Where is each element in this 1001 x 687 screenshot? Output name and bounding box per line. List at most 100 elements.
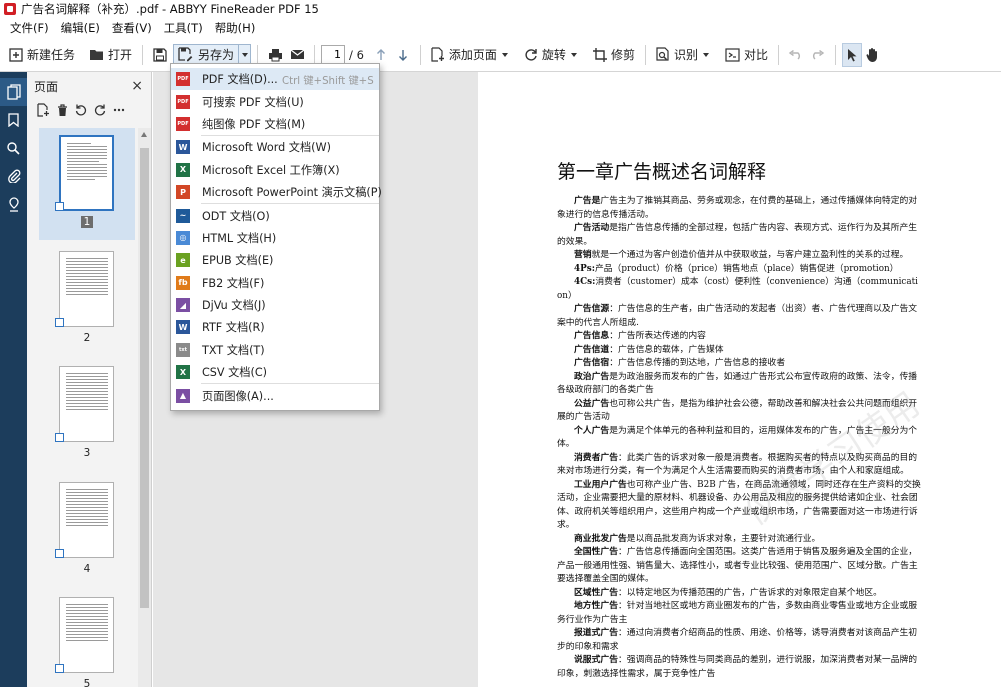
menu-item-label: TXT 文档(T) (202, 343, 265, 357)
paragraph-term: 消费者广告 (574, 452, 618, 463)
rtf-icon: W (176, 320, 190, 335)
menu-tools[interactable]: 工具(T) (158, 20, 209, 36)
save-as-menu-item[interactable]: P Microsoft PowerPoint 演示文稿(P) (171, 181, 382, 203)
open-button[interactable]: 打开 (85, 43, 136, 67)
save-as-menu-item[interactable]: X Microsoft Excel 工作簿(X) (171, 159, 379, 181)
save-as-menu-item[interactable]: W RTF 文档(R) (171, 316, 379, 338)
menu-item-shortcut: Ctrl 键+Shift 键+S (282, 75, 374, 87)
undo-button[interactable] (785, 43, 807, 67)
left-navigation-strip (0, 72, 27, 687)
signature-icon (8, 196, 19, 212)
toolbar-separator (142, 44, 144, 65)
rotate-left-icon[interactable] (75, 104, 87, 116)
paragraph-term: 4Cs: (574, 277, 596, 287)
chevron-down-icon[interactable] (501, 52, 508, 57)
page-thumbnail[interactable]: 1 (39, 128, 135, 240)
menu-item-label: 纯图像 PDF 文档(M) (202, 117, 306, 131)
menu-help[interactable]: 帮助(H) (209, 20, 262, 36)
save-as-menu-item[interactable]: PDF 纯图像 PDF 文档(M) (171, 113, 379, 135)
add-page-icon[interactable] (37, 103, 50, 117)
paragraph-text: 是指广告信息传播的全部过程，包括广告内容、表现方式、运作行为及其所产生的效果。 (557, 223, 918, 247)
pdf-icon: PDF (176, 72, 190, 87)
arrow-up-icon (376, 48, 385, 60)
pages-panel-tools (27, 100, 151, 120)
redo-button[interactable] (807, 43, 829, 67)
chevron-down-icon[interactable] (702, 52, 709, 57)
thumbnail-image (59, 482, 114, 558)
menu-view[interactable]: 查看(V) (106, 20, 158, 36)
paragraph-term: 广告是 (574, 196, 601, 206)
pages-panel: 页面 × 1 2 3 4 5 (27, 72, 152, 687)
save-as-menu-item[interactable]: W Microsoft Word 文档(W) (171, 136, 379, 158)
save-as-button[interactable]: 另存为 (174, 45, 238, 65)
rotate-right-icon[interactable] (94, 104, 106, 116)
menu-edit[interactable]: 编辑(E) (55, 20, 106, 36)
toolbar-separator (644, 44, 646, 65)
scrollbar-thumb[interactable] (140, 148, 149, 608)
save-as-menu-item[interactable]: PDF PDF 文档(D)... Ctrl 键+Shift 键+S (171, 68, 379, 91)
save-as-menu-item[interactable]: PDF 可搜索 PDF 文档(U) (171, 90, 379, 112)
thumbnail-image (59, 366, 114, 442)
document-paragraph: 地方性广告：针对当地社区或地方商业圈发布的广告，多数由商业零售业或地方企业或服务… (557, 600, 923, 627)
menu-item-label: ODT 文档(O) (202, 209, 270, 223)
toolbar-separator (777, 44, 779, 65)
select-tool-button[interactable] (841, 42, 862, 67)
menu-file[interactable]: 文件(F) (4, 20, 55, 36)
save-as-menu-item[interactable]: X CSV 文档(C) (171, 361, 379, 383)
bookmarks-panel-toggle[interactable] (0, 106, 27, 134)
page-number-input[interactable] (321, 44, 346, 65)
save-as-menu-item[interactable]: txt TXT 文档(T) (171, 339, 379, 361)
more-options-icon[interactable] (113, 108, 125, 112)
compare-button[interactable]: 对比 (721, 43, 772, 67)
save-as-menu-item[interactable]: ◢ DjVu 文档(J) (171, 294, 379, 316)
recognize-button[interactable]: 识别 (652, 43, 713, 67)
new-task-button[interactable]: 新建任务 (5, 43, 79, 67)
rotate-button[interactable]: 旋转 (520, 43, 581, 67)
thumbnails-scrollbar[interactable] (138, 128, 151, 687)
compare-label: 对比 (743, 48, 768, 62)
page-thumbnail[interactable]: 2 (39, 244, 135, 356)
page-thumbnail[interactable]: 5 (39, 590, 135, 687)
save-as-dropdown-arrow[interactable] (238, 44, 250, 65)
save-as-menu-item[interactable]: e EPUB 文档(E) (171, 249, 379, 271)
save-as-menu-item[interactable]: ◎ HTML 文档(H) (171, 227, 379, 249)
document-paragraph: 广告信息：广告所表达传递的内容 (557, 330, 923, 344)
paragraph-term: 广告信宿 (574, 358, 610, 368)
toolbar-separator (314, 44, 316, 65)
toolbar-separator (419, 44, 421, 65)
close-icon[interactable]: × (131, 78, 143, 94)
save-as-menu-item[interactable]: fb FB2 文档(F) (171, 272, 379, 294)
save-button[interactable] (149, 43, 171, 67)
page-thumbnail[interactable]: 4 (39, 475, 135, 587)
attachments-panel-toggle[interactable] (0, 162, 27, 190)
document-paragraph: 报道式广告：通过向消费者介绍商品的性质、用途、价格等，诱导消费者对该商品产生初步… (557, 627, 923, 654)
pan-tool-button[interactable] (862, 43, 884, 67)
menu-item-label: EPUB 文档(E) (202, 254, 274, 268)
save-as-menu: PDF PDF 文档(D)... Ctrl 键+Shift 键+S PDF 可搜索 PD… (170, 63, 382, 411)
document-paragraph: 政治广告是为政治服务而发布的广告，如通过广告形式公布宣传政府的政策、法令，传播各… (557, 371, 923, 398)
thumbnail-image (59, 135, 114, 211)
search-panel-toggle[interactable] (0, 134, 27, 162)
add-page-button[interactable]: 添加页面 (427, 43, 512, 67)
toolbar-separator (834, 44, 836, 65)
paragraph-term: 地方性广告 (574, 601, 618, 611)
scroll-up-icon[interactable] (141, 132, 147, 137)
page-thumbnail[interactable]: 3 (39, 359, 135, 471)
chevron-down-icon[interactable] (570, 52, 577, 57)
printer-icon (268, 48, 282, 61)
hand-icon (866, 48, 878, 62)
save-as-menu-item[interactable]: ~ ODT 文档(O) (171, 204, 379, 226)
recognize-label: 识别 (673, 48, 698, 62)
paragraph-term: 广告信源 (574, 304, 610, 314)
crop-button[interactable]: 修剪 (589, 43, 639, 67)
document-page: 第一章广告概述名词解释 广告是广告主为了推销其商品、劳务或观念，在付费的基础上，… (478, 72, 1001, 687)
save-as-menu-item[interactable]: ▲ 页面图像(A)... (171, 384, 379, 406)
next-page-button[interactable] (392, 43, 414, 67)
save-as-icon (178, 47, 193, 62)
paragraph-text: ：广告信息的载体，广告媒体 (609, 344, 724, 355)
pages-panel-toggle[interactable] (0, 78, 27, 106)
trash-icon[interactable] (57, 103, 68, 117)
signatures-panel-toggle[interactable] (0, 190, 27, 218)
bookmark-icon (8, 113, 19, 127)
page-number-label: 2 (83, 332, 91, 344)
